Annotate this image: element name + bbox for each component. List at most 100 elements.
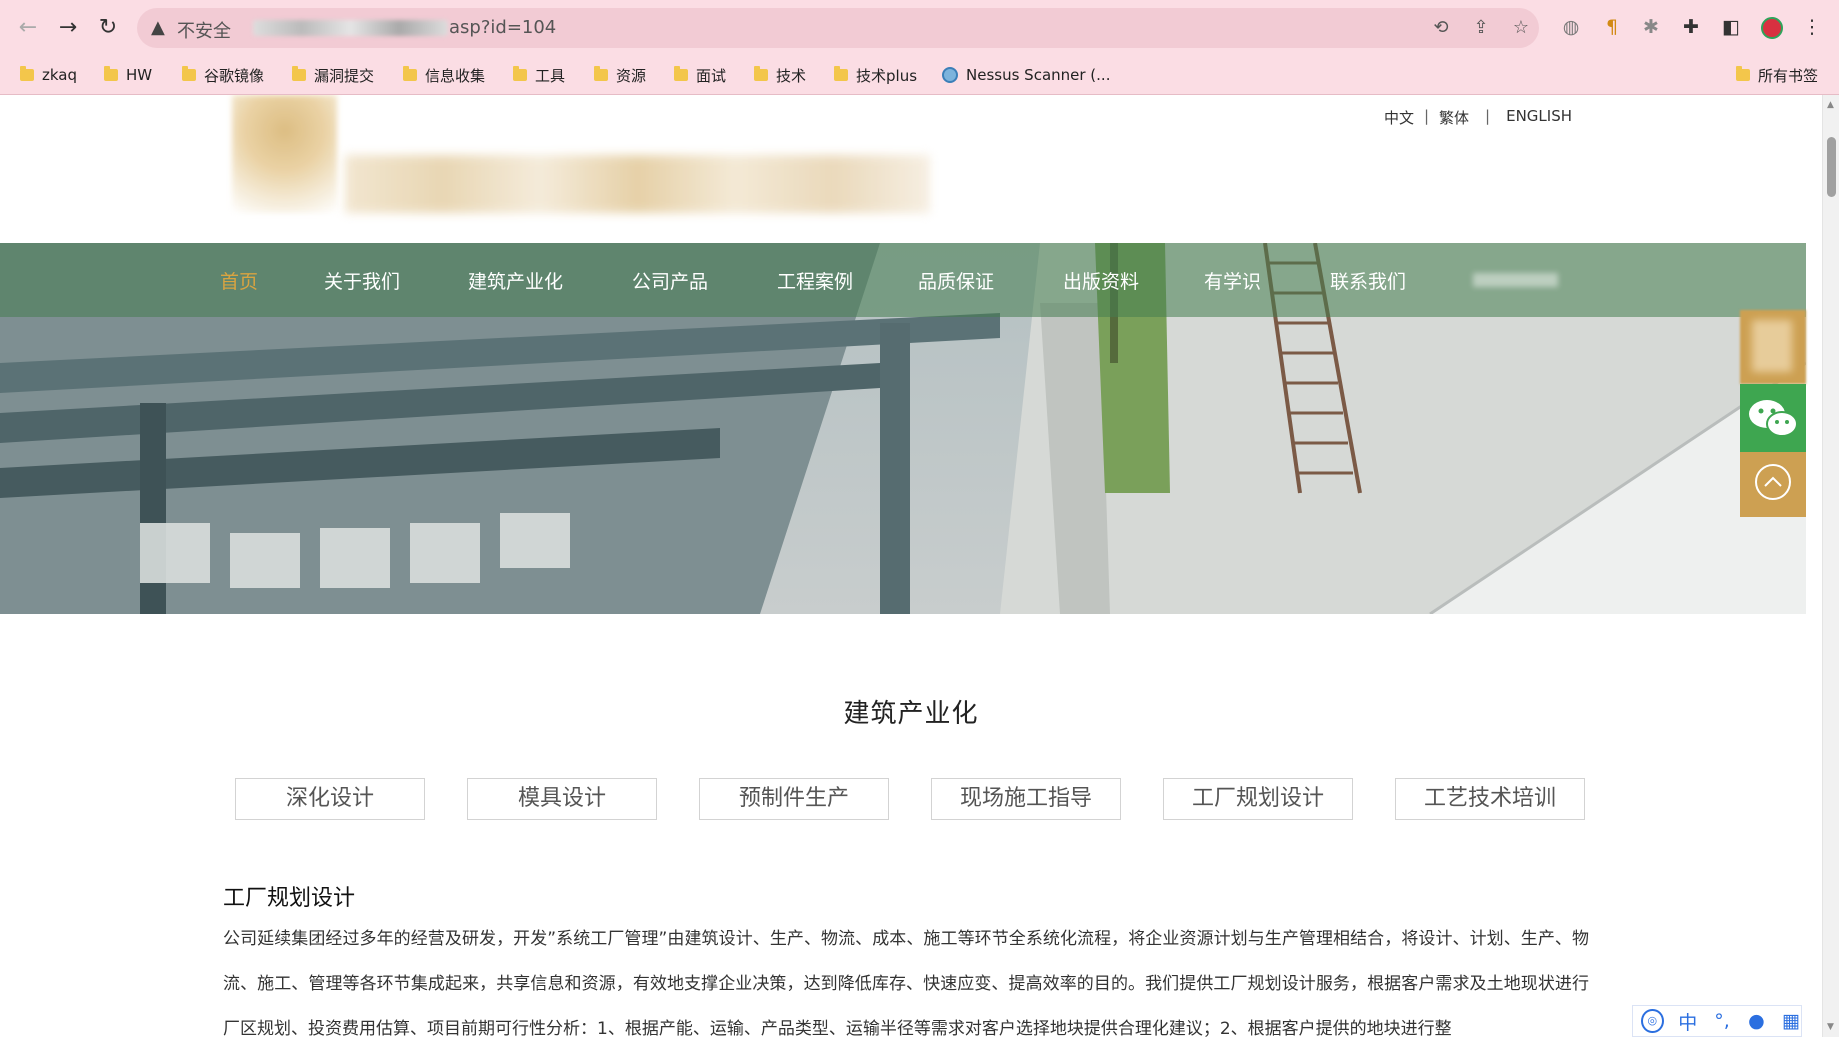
browser-toolbar: ← → ↻ ▲ 不安全 asp?id=104 ⟲ ⇪ ☆ ◍ ¶ ✱ ✚ ◧ ⋮	[0, 0, 1839, 56]
hero-banner: 首页 关于我们 建筑产业化 公司产品 工程案例 品质保证 出版资料 有学识 联系…	[0, 243, 1806, 614]
nav-item-products[interactable]: 公司产品	[632, 267, 708, 294]
site-logo[interactable]	[232, 95, 337, 213]
main-nav: 首页 关于我们 建筑产业化 公司产品 工程案例 品质保证 出版资料 有学识 联系…	[0, 243, 1806, 317]
profile-avatar-icon[interactable]	[1759, 14, 1785, 40]
bookmark-label: 工具	[535, 66, 566, 85]
nav-item-publications[interactable]: 出版资料	[1063, 267, 1139, 294]
nav-item-knowledge[interactable]: 有学识	[1204, 267, 1261, 294]
nav-item-home[interactable]: 首页	[220, 267, 258, 294]
nav-item-quality[interactable]: 品质保证	[918, 267, 994, 294]
float-back-to-top-button[interactable]	[1740, 452, 1806, 517]
browser-chrome: ← → ↻ ▲ 不安全 asp?id=104 ⟲ ⇪ ☆ ◍ ¶ ✱ ✚ ◧ ⋮…	[0, 0, 1839, 95]
folder-icon	[292, 66, 306, 81]
tab-precast-production[interactable]: 预制件生产	[699, 778, 889, 820]
floating-sidebar	[1740, 310, 1806, 517]
extension-pilcrow-icon[interactable]: ¶	[1599, 14, 1625, 40]
tab-site-guidance[interactable]: 现场施工指导	[931, 778, 1121, 820]
extension-globe-icon[interactable]: ◍	[1558, 14, 1584, 40]
bookmark-all[interactable]: 所有书签	[1736, 64, 1818, 86]
page-scrollbar[interactable]: ▲ ▼	[1822, 95, 1839, 1037]
warning-icon: ▲	[151, 17, 165, 38]
ime-punctuation-icon[interactable]: °,	[1712, 1010, 1732, 1032]
folder-icon	[20, 66, 34, 81]
bookmark-label: 谷歌镜像	[204, 66, 265, 85]
bookmark-label: 技术	[776, 66, 807, 85]
bookmark-info-gathering[interactable]: 信息收集	[403, 64, 485, 86]
bookmark-tools[interactable]: 工具	[513, 64, 565, 86]
page-viewport: 中文 | 繁体 | ENGLISH 首页 关于我们 建筑产业化 公司产品 工程案…	[0, 95, 1822, 1037]
nav-item-cases[interactable]: 工程案例	[777, 267, 853, 294]
bookmark-hw[interactable]: HW	[104, 64, 152, 86]
bookmark-label: 资源	[616, 66, 647, 85]
nav-item-about[interactable]: 关于我们	[324, 267, 400, 294]
bookmark-label: 技术plus	[856, 66, 918, 85]
nav-item-redacted[interactable]	[1473, 273, 1558, 287]
bookmark-interview[interactable]: 面试	[674, 64, 726, 86]
section-title: 建筑产业化	[843, 699, 979, 729]
scrollbar-thumb[interactable]	[1827, 137, 1836, 197]
back-arrow-icon[interactable]: ←	[14, 14, 42, 42]
microphone-icon[interactable]: ●	[1746, 1010, 1766, 1032]
folder-icon	[594, 66, 608, 81]
redacted-host	[253, 20, 448, 36]
folder-icon	[674, 66, 688, 81]
bookmark-nessus[interactable]: Nessus Scanner (...	[942, 64, 1110, 86]
bookmark-google-mirror[interactable]: 谷歌镜像	[182, 64, 264, 86]
extensions-puzzle-icon[interactable]: ✚	[1678, 14, 1704, 40]
lang-tw-link[interactable]: 繁体	[1439, 107, 1469, 128]
folder-icon	[104, 66, 118, 81]
bookmark-resources[interactable]: 资源	[594, 64, 646, 86]
tab-factory-planning[interactable]: 工厂规划设计	[1163, 778, 1353, 820]
bookmark-label: 面试	[696, 66, 727, 85]
folder-icon	[754, 66, 768, 81]
lang-separator: |	[1423, 107, 1430, 125]
share-icon[interactable]: ⇪	[1470, 17, 1492, 39]
qrcode-blurred	[1752, 320, 1792, 372]
nav-item-industrialization[interactable]: 建筑产业化	[468, 267, 563, 294]
ime-toolbar: ◎ 中 °, ● ▦	[1632, 1005, 1802, 1037]
bookmark-label: zkaq	[42, 66, 78, 84]
nav-item-contact[interactable]: 联系我们	[1330, 267, 1406, 294]
chevron-up-icon	[1755, 464, 1791, 500]
article-body: 公司延续集团经过多年的经营及研发，开发”系统工厂管理”由建筑设计、生产、物流、成…	[223, 929, 1589, 1037]
article-title: 工厂规划设计	[223, 886, 356, 911]
bookmark-vuln-submit[interactable]: 漏洞提交	[292, 64, 374, 86]
scroll-down-icon[interactable]: ▼	[1827, 1022, 1834, 1032]
bookmark-tech[interactable]: 技术	[754, 64, 806, 86]
url-text: asp?id=104	[449, 17, 557, 38]
float-wechat-button[interactable]	[1740, 384, 1806, 452]
lang-separator: |	[1485, 107, 1491, 125]
folder-icon	[834, 66, 848, 81]
tab-detail-design[interactable]: 深化设计	[235, 778, 425, 820]
bookmark-tech-plus[interactable]: 技术plus	[834, 64, 917, 86]
bookmark-label: 信息收集	[425, 66, 486, 85]
insecure-label: 不安全	[177, 21, 231, 42]
bookmarks-bar: zkaq HW 谷歌镜像 漏洞提交 信息收集 工具 资源 面试 技术 技术plu…	[0, 56, 1839, 94]
nessus-icon	[942, 67, 958, 83]
float-qrcode-button[interactable]	[1740, 310, 1806, 384]
bookmark-label: 所有书签	[1758, 66, 1819, 85]
tab-process-training[interactable]: 工艺技术培训	[1395, 778, 1585, 820]
folder-icon	[182, 66, 196, 81]
address-bar[interactable]: ▲ 不安全 asp?id=104 ⟲ ⇪ ☆	[137, 8, 1539, 48]
folder-icon	[403, 66, 417, 81]
lang-en-link[interactable]: ENGLISH	[1506, 107, 1572, 128]
bookmark-label: 漏洞提交	[314, 66, 375, 85]
iflytek-logo-icon[interactable]: ◎	[1641, 1009, 1664, 1033]
bookmark-label: HW	[126, 66, 153, 84]
menu-kebab-icon[interactable]: ⋮	[1799, 14, 1825, 40]
lang-zh-link[interactable]: 中文	[1384, 107, 1414, 128]
tab-mold-design[interactable]: 模具设计	[467, 778, 657, 820]
extension-circle-icon[interactable]: ✱	[1638, 14, 1664, 40]
bookmark-star-icon[interactable]: ☆	[1510, 17, 1532, 39]
reload-icon[interactable]: ↻	[94, 14, 122, 42]
scroll-up-icon[interactable]: ▲	[1827, 100, 1834, 110]
translate-icon[interactable]: ⟲	[1430, 17, 1452, 39]
ime-chinese-mode[interactable]: 中	[1678, 1008, 1698, 1035]
forward-arrow-icon[interactable]: →	[54, 14, 82, 42]
bookmark-zkaq[interactable]: zkaq	[20, 64, 77, 86]
sidepanel-icon[interactable]: ◧	[1718, 14, 1744, 40]
ime-grid-icon[interactable]: ▦	[1781, 1010, 1801, 1032]
wechat-icon	[1749, 400, 1798, 437]
language-switcher: 中文 | 繁体 | ENGLISH	[1384, 107, 1572, 128]
